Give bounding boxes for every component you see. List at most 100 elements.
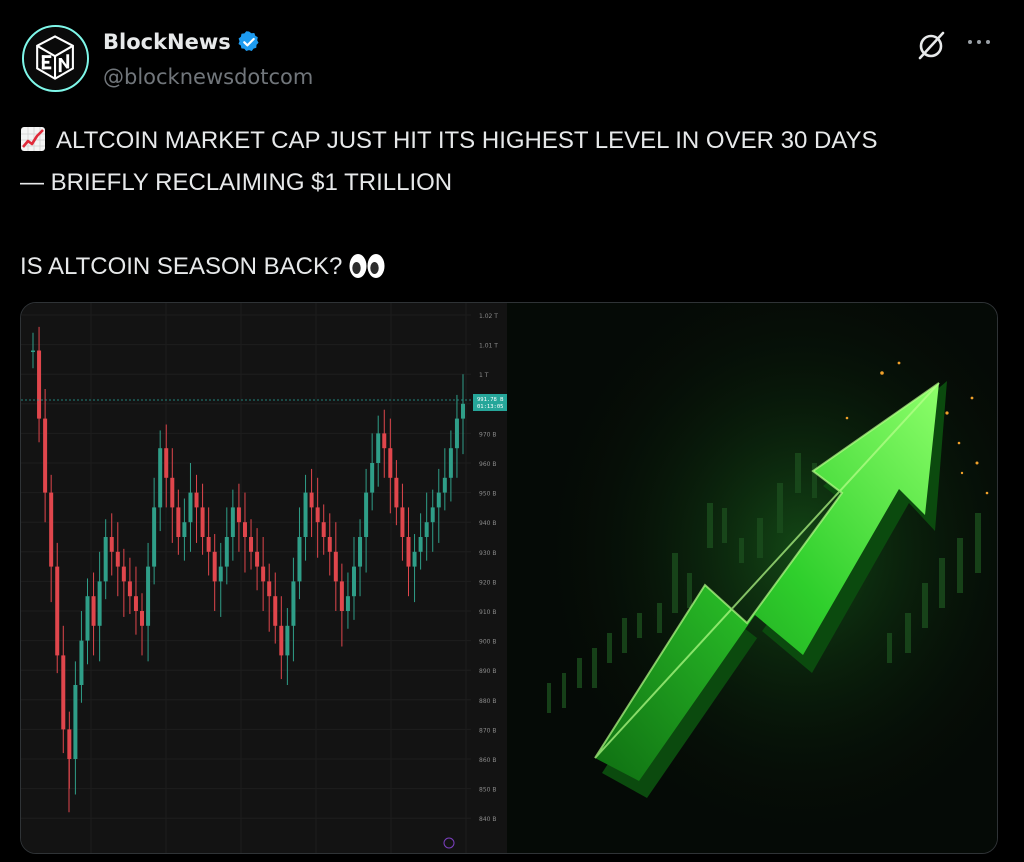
chart-increasing-emoji [21, 127, 45, 151]
y-tick-label: 930 B [479, 550, 496, 557]
candle-body [85, 596, 90, 641]
tweet: BlockNews @blocknewsdotcom ALTCOIN MARKE… [0, 0, 1024, 862]
y-tick-label: 870 B [479, 727, 496, 734]
account-handle[interactable]: @blocknewsdotcom [103, 65, 313, 89]
verified-badge-icon [238, 31, 259, 51]
candle-body [448, 448, 453, 478]
candle-body [37, 350, 42, 419]
candle-body [188, 492, 193, 523]
candle-body [194, 492, 199, 508]
candlestick-chart-svg: 1.02 T1.01 T1 T980 B970 B960 B950 B940 B… [21, 303, 507, 853]
candle-body [115, 551, 120, 567]
y-tick-label: 1.02 T [479, 313, 498, 320]
green-rising-arrow-icon [507, 303, 997, 853]
candle-body [436, 492, 441, 508]
tweet-line-1-text: ALTCOIN MARKET CAP JUST HIT ITS HIGHEST … [56, 127, 878, 154]
y-tick-label: 910 B [479, 609, 496, 616]
y-tick-label: 960 B [479, 461, 496, 468]
account-name-row[interactable]: BlockNews [103, 30, 261, 54]
candle-body [461, 403, 465, 419]
tweet-text: ALTCOIN MARKET CAP JUST HIT ITS HIGHEST … [20, 120, 1000, 288]
candle-body [206, 537, 211, 552]
candle-body [388, 448, 393, 478]
candlestick-chart[interactable]: 1.02 T1.01 T1 T980 B970 B960 B950 B940 B… [21, 303, 507, 853]
more-icon[interactable] [964, 30, 994, 54]
candle-body [200, 507, 205, 537]
candle-body [230, 507, 235, 537]
y-tick-label: 900 B [479, 639, 496, 646]
candle-body [309, 492, 314, 508]
candle-body [412, 551, 417, 567]
blocknews-logo-icon [24, 27, 87, 90]
candle-body [400, 507, 405, 537]
candle-body [279, 625, 284, 656]
tweet-line-2: — BRIEFLY RECLAIMING $1 TRILLION [20, 169, 453, 196]
candle-body [103, 537, 108, 582]
candle-body [267, 581, 272, 597]
y-tick-label: 850 B [479, 787, 496, 794]
tweet-line-1: ALTCOIN MARKET CAP JUST HIT ITS HIGHEST … [20, 120, 1000, 162]
candle-body [406, 537, 411, 567]
candle-body [61, 655, 66, 730]
candle-body [31, 350, 35, 353]
candle-body [158, 448, 163, 508]
lightning-icon [443, 837, 455, 849]
candle-body [285, 625, 290, 656]
y-tick-label: 950 B [479, 491, 496, 498]
candle-body [261, 566, 266, 582]
y-tick-label: 840 B [479, 816, 496, 823]
grok-icon[interactable] [914, 28, 948, 62]
candle-body [43, 418, 48, 493]
candle-body [454, 418, 459, 449]
candle-body [255, 551, 260, 567]
candle-body [358, 537, 363, 567]
candle-body [303, 492, 308, 537]
candle-body [321, 522, 326, 537]
candle-body [236, 507, 241, 523]
y-tick-label: 880 B [479, 698, 496, 705]
candle-body [297, 537, 302, 582]
candle-body [242, 522, 247, 537]
y-tick-label: 1.01 T [479, 343, 498, 350]
candle-body [351, 566, 356, 597]
candle-body [430, 507, 435, 523]
candle-body [146, 566, 151, 626]
candle-body [345, 596, 350, 611]
candle-body [170, 477, 175, 508]
y-tick-label: 860 B [479, 757, 496, 764]
candle-body [291, 581, 296, 626]
candle-body [55, 566, 60, 656]
candle-body [212, 551, 217, 582]
countdown-label: 01:13:05 [477, 404, 504, 410]
tweet-media[interactable]: 1.02 T1.01 T1 T980 B970 B960 B950 B940 B… [20, 302, 998, 854]
candle-body [333, 551, 338, 582]
y-tick-label: 920 B [479, 579, 496, 586]
tweet-line-3-text: IS ALTCOIN SEASON BACK? [20, 253, 343, 280]
candle-body [79, 640, 84, 685]
y-tick-label: 1 T [479, 372, 489, 379]
candle-body [376, 433, 381, 463]
candle-body [121, 566, 126, 582]
candle-body [140, 611, 145, 626]
candle-body [182, 522, 187, 537]
candle-body [382, 433, 387, 449]
candle-body [249, 537, 254, 552]
rising-arrow-art [507, 303, 997, 853]
candle-body [418, 537, 423, 552]
account-name[interactable]: BlockNews [103, 30, 231, 54]
candle-body [315, 507, 320, 523]
candle-body [370, 463, 375, 493]
candle-body [442, 477, 447, 493]
candle-body [339, 581, 344, 611]
price-label: 991.78 B [477, 397, 504, 403]
avatar[interactable] [22, 25, 89, 92]
candle-body [49, 492, 54, 567]
y-tick-label: 970 B [479, 431, 496, 438]
candle-body [424, 522, 429, 537]
candle-body [273, 596, 278, 626]
candle-body [152, 507, 157, 567]
candle-body [109, 537, 114, 552]
candle-body [164, 448, 169, 478]
candle-body [91, 596, 96, 626]
candle-body [218, 566, 223, 582]
